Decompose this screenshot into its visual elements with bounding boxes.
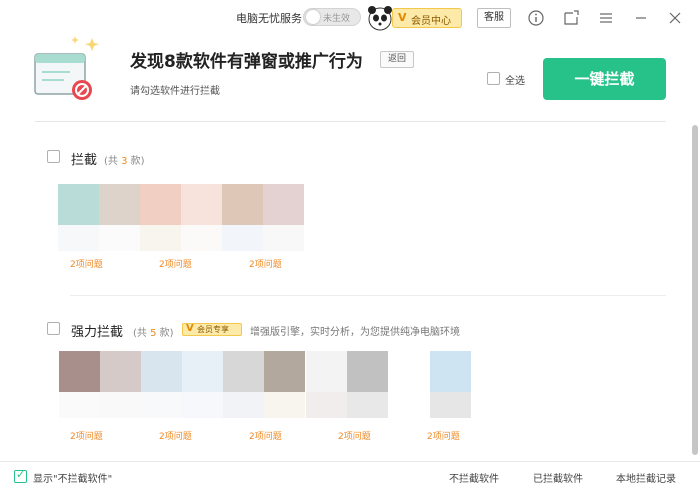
vip-center-label: 会员中心: [411, 16, 451, 27]
app-icon[interactable]: [181, 184, 222, 225]
app-icon[interactable]: [430, 351, 471, 392]
app-icon-shadow: [306, 392, 347, 418]
show-not-blocked-label: 显示"不拦截软件": [33, 474, 113, 485]
vip-center-button[interactable]: V 会员中心: [392, 8, 462, 28]
app-icon-shadow: [264, 392, 305, 418]
app-icon[interactable]: [347, 351, 388, 392]
app-icon[interactable]: [222, 184, 263, 225]
app-icon-shadow: [347, 392, 388, 418]
toggle-knob: [306, 10, 320, 24]
one-click-block-button[interactable]: 一键拦截: [543, 58, 666, 100]
show-not-blocked-checkbox[interactable]: ✓: [14, 468, 27, 483]
page-subtitle: 请勾选软件进行拦截: [130, 86, 220, 97]
app-icon-shadow: [141, 392, 182, 418]
app-icon-shadow: [222, 225, 263, 251]
app-icon-shadow: [58, 225, 99, 251]
info-icon[interactable]: [527, 9, 545, 27]
block-section-count: (共 3 款): [104, 156, 145, 167]
app-icon[interactable]: [182, 351, 223, 392]
app-icon[interactable]: [306, 351, 347, 392]
app-icon[interactable]: [141, 351, 182, 392]
app-issue-label[interactable]: 2项问题: [159, 257, 192, 270]
minimize-icon[interactable]: [632, 9, 650, 27]
app-icon-shadow: [59, 392, 100, 418]
app-issue-label[interactable]: 2项问题: [249, 257, 282, 270]
strong-block-section-title: 强力拦截: [71, 325, 124, 340]
block-section-checkbox[interactable]: [47, 150, 60, 163]
app-icon-shadow: [99, 225, 140, 251]
header-divider: [35, 121, 666, 122]
close-icon[interactable]: [666, 9, 684, 27]
app-issue-label[interactable]: 2项问题: [159, 429, 192, 442]
app-icon-shadow: [223, 392, 264, 418]
popup-block-logo-icon: [34, 36, 99, 100]
app-icon[interactable]: [100, 351, 141, 392]
app-icon-shadow: [100, 392, 141, 418]
vip-exclusive-badge: V 会员专享: [182, 323, 242, 336]
app-issue-label[interactable]: 2项问题: [427, 429, 460, 442]
badge-label: 会员专享: [197, 325, 229, 334]
app-icon[interactable]: [264, 351, 305, 392]
app-issue-label[interactable]: 2项问题: [338, 429, 371, 442]
panda-avatar-icon[interactable]: [366, 5, 394, 31]
block-section-title: 拦截: [71, 153, 98, 168]
app-icon[interactable]: [99, 184, 140, 225]
app-icon-shadow: [181, 225, 222, 251]
strong-block-description: 增强版引擎，实时分析，为您提供纯净电脑环境: [250, 327, 460, 338]
service-toggle[interactable]: 未生效: [303, 8, 361, 26]
app-icon-shadow: [140, 225, 181, 251]
select-all-checkbox[interactable]: [487, 72, 500, 85]
scrollbar-thumb[interactable]: [692, 125, 698, 455]
strong-block-section-checkbox[interactable]: [47, 322, 60, 335]
toggle-status-text: 未生效: [323, 14, 351, 24]
customer-service-button[interactable]: 客服: [477, 8, 511, 28]
app-icon-shadow: [430, 392, 471, 418]
strong-block-section-count: (共 5 款): [133, 328, 174, 339]
blocked-software-link[interactable]: 已拦截软件: [533, 470, 583, 485]
skin-icon[interactable]: [562, 9, 580, 27]
app-icon[interactable]: [140, 184, 181, 225]
app-icon-shadow: [263, 225, 304, 251]
app-icon[interactable]: [58, 184, 99, 225]
app-icon[interactable]: [59, 351, 100, 392]
app-icon[interactable]: [263, 184, 304, 225]
app-issue-label[interactable]: 2项问题: [70, 257, 103, 270]
page-title: 发现8款软件有弹窗或推广行为: [130, 52, 363, 72]
check-icon: ✓: [16, 468, 26, 481]
select-all-label: 全选: [505, 76, 525, 87]
section-divider: [70, 295, 666, 296]
back-button[interactable]: 返回: [380, 51, 414, 68]
badge-v-icon: V: [186, 323, 194, 334]
app-issue-label[interactable]: 2项问题: [249, 429, 282, 442]
service-label: 电脑无忧服务: [236, 12, 302, 25]
vip-v-icon: V: [398, 11, 407, 24]
app-icon-shadow: [182, 392, 223, 418]
app-issue-label[interactable]: 2项问题: [70, 429, 103, 442]
not-blocked-software-link[interactable]: 不拦截软件: [449, 470, 499, 485]
local-block-records-link[interactable]: 本地拦截记录: [616, 470, 676, 485]
menu-icon[interactable]: [597, 9, 615, 27]
app-icon[interactable]: [223, 351, 264, 392]
